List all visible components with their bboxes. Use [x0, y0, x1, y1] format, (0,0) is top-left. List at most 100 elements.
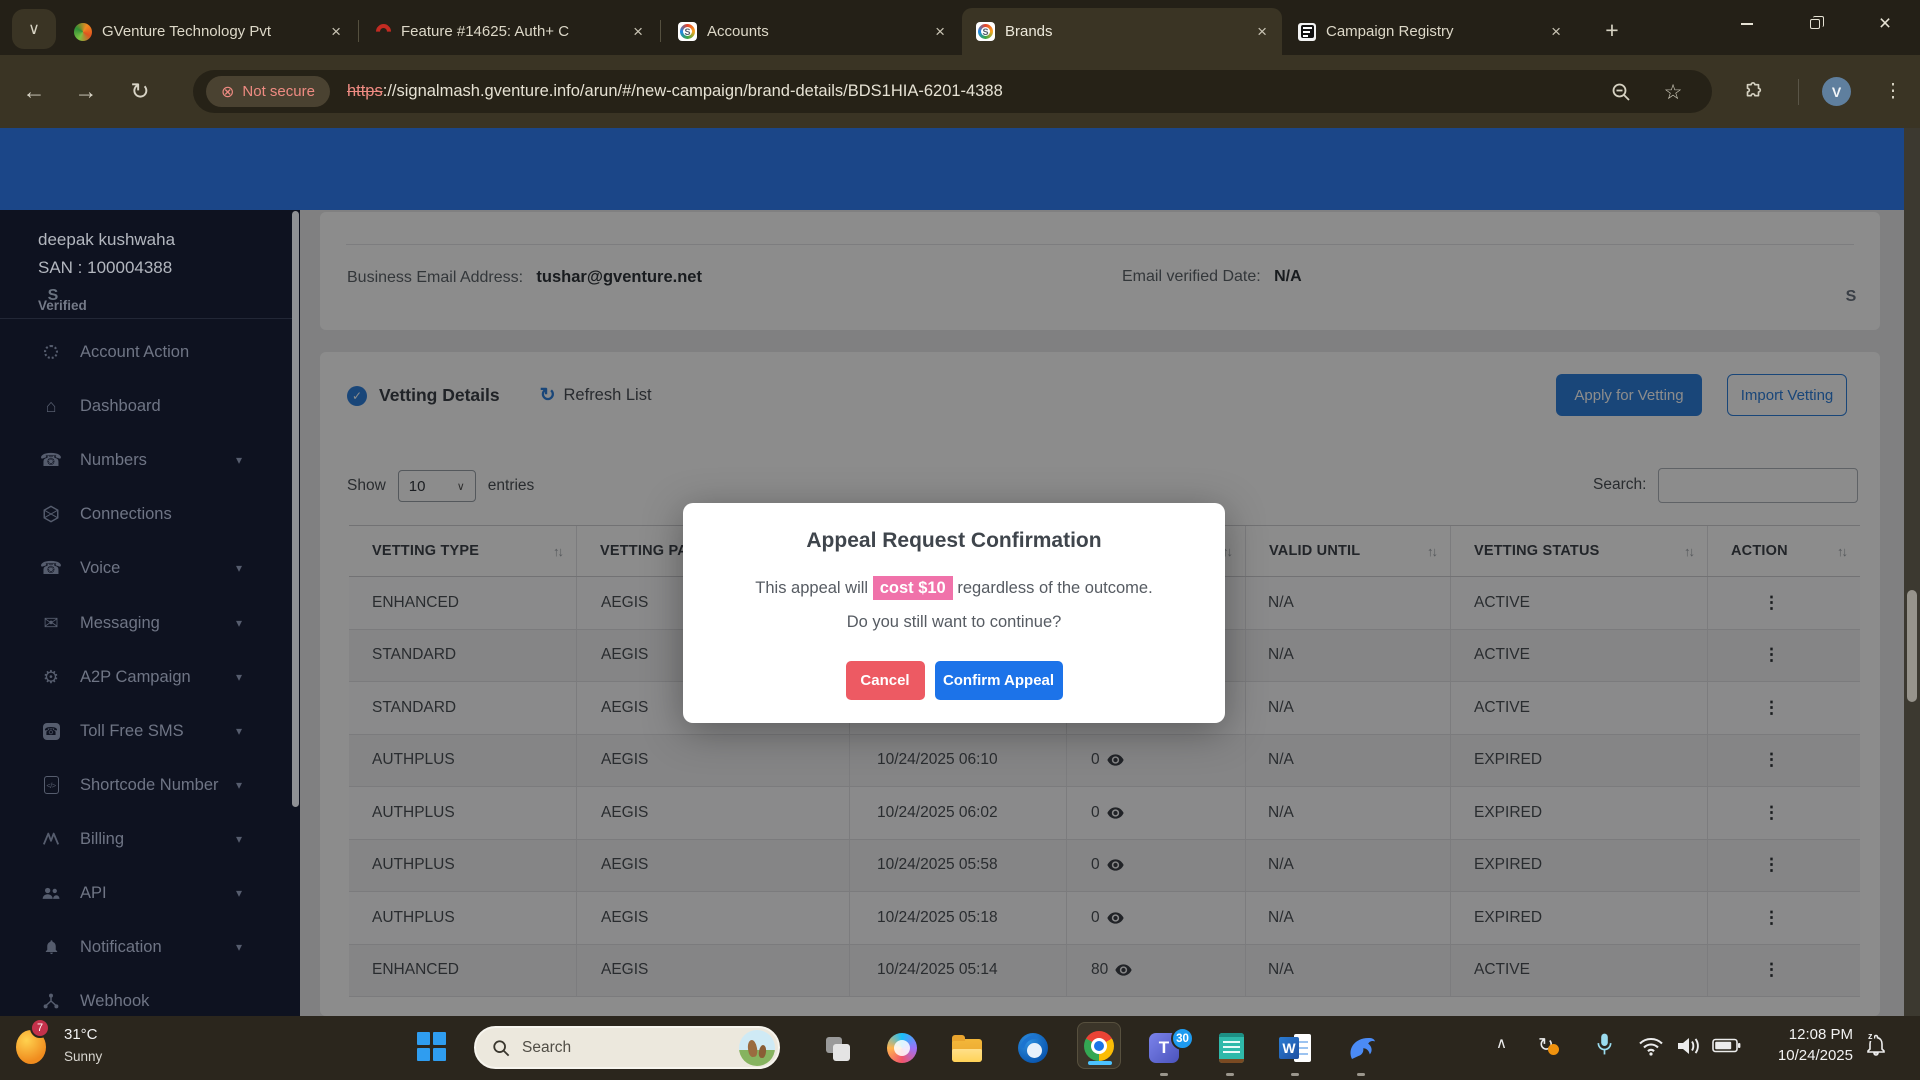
- sidebar-item-shortcode-number[interactable]: </> Shortcode Number ▾: [0, 758, 292, 812]
- file-explorer-button[interactable]: [947, 1028, 987, 1068]
- volume-tray-button[interactable]: [1676, 1035, 1702, 1057]
- sidebar-scrollbar[interactable]: [292, 211, 299, 807]
- chevron-down-icon: ▾: [236, 886, 242, 900]
- browser-menu-button[interactable]: ⋮: [1878, 76, 1908, 106]
- tab-title: GVenture Technology Pvt: [102, 23, 318, 40]
- tab-close-icon[interactable]: ×: [1254, 22, 1270, 42]
- tab-separator: [358, 20, 359, 42]
- active-app-indicator: [1088, 1061, 1112, 1065]
- battery-tray-button[interactable]: [1712, 1038, 1741, 1053]
- home-icon: ⌂: [40, 396, 62, 417]
- tray-expand-button[interactable]: ∧: [1496, 1034, 1507, 1052]
- page-scrollbar[interactable]: [1904, 128, 1920, 1016]
- sync-status-dot: [1548, 1044, 1559, 1055]
- teams-button[interactable]: T 30: [1144, 1028, 1184, 1068]
- sync-tray-button[interactable]: ↻: [1538, 1034, 1554, 1057]
- sidebar-item-account-action[interactable]: Account Action: [0, 325, 292, 379]
- browser-tab-feature[interactable]: Feature #14625: Auth+ C ×: [362, 8, 658, 55]
- puzzle-icon: [1742, 81, 1764, 103]
- chrome-button-active[interactable]: [1077, 1022, 1121, 1069]
- zoom-out-indicator[interactable]: [1608, 79, 1634, 105]
- phone-square-icon: ☎: [40, 723, 62, 740]
- weather-description[interactable]: Sunny: [64, 1049, 102, 1064]
- url-rest: ://signalmash.gventure.info/arun/#/new-c…: [383, 82, 1003, 100]
- forward-button[interactable]: →: [66, 71, 106, 111]
- sidebar-item-notification[interactable]: Notification ▾: [0, 920, 292, 974]
- profile-avatar[interactable]: V: [1822, 77, 1851, 106]
- thunderbird-button[interactable]: [1013, 1028, 1053, 1068]
- search-placeholder: Search: [522, 1039, 571, 1057]
- browser-tab-campaign-registry[interactable]: Campaign Registry ×: [1284, 8, 1576, 55]
- extensions-button[interactable]: [1740, 79, 1766, 105]
- webhook-icon: [40, 992, 62, 1010]
- sidebar-item-voice[interactable]: ☎ Voice ▾: [0, 541, 292, 595]
- taskbar-search[interactable]: Search: [474, 1026, 780, 1069]
- sidebar-item-numbers[interactable]: ☎ Numbers ▾: [0, 433, 292, 487]
- tab-close-icon[interactable]: ×: [932, 22, 948, 42]
- microphone-icon: [1596, 1032, 1613, 1058]
- envelope-icon: ✉: [40, 613, 62, 634]
- taskbar-clock[interactable]: 12:08 PM 10/24/2025: [1740, 1024, 1853, 1066]
- cost-highlight: cost $10: [873, 576, 953, 600]
- running-indicator: [1357, 1073, 1365, 1076]
- browser-tab-gventure[interactable]: GVenture Technology Pvt ×: [60, 8, 356, 55]
- browser-tab-brands-active[interactable]: S Brands ×: [962, 8, 1282, 55]
- close-icon: ×: [1879, 12, 1891, 36]
- sidebar-item-a2p-campaign[interactable]: ⚙ A2P Campaign ▾: [0, 650, 292, 704]
- tab-search-button[interactable]: ∨: [12, 9, 56, 49]
- kebab-icon: ⋮: [1884, 80, 1903, 103]
- chevron-up-icon: ∧: [1496, 1034, 1507, 1052]
- tab-close-icon[interactable]: ×: [630, 22, 646, 42]
- back-button[interactable]: ←: [14, 71, 54, 111]
- search-highlight-image[interactable]: [739, 1030, 775, 1066]
- sidebar-item-messaging[interactable]: ✉ Messaging ▾: [0, 596, 292, 650]
- list-icon: [1298, 23, 1316, 41]
- notepad-button[interactable]: [1211, 1028, 1251, 1068]
- dolphin-icon: [1345, 1032, 1377, 1064]
- wifi-icon: [1638, 1036, 1664, 1056]
- scrollbar-thumb[interactable]: [1907, 590, 1917, 702]
- sidebar-item-api[interactable]: API ▾: [0, 866, 292, 920]
- tray-date: 10/24/2025: [1740, 1045, 1853, 1066]
- tab-close-icon[interactable]: ×: [1548, 22, 1564, 42]
- cancel-button[interactable]: Cancel: [846, 661, 925, 700]
- sync-icon: ↻: [1538, 1034, 1554, 1057]
- phone-icon: ☎: [40, 450, 62, 471]
- minimize-button[interactable]: [1718, 0, 1776, 48]
- user-name: deepak kushwaha: [38, 226, 175, 254]
- sidebar-item-billing[interactable]: Billing ▾: [0, 812, 292, 866]
- restore-button[interactable]: [1786, 0, 1844, 48]
- copilot-button[interactable]: [882, 1028, 922, 1068]
- chevron-down-icon: ▾: [236, 616, 242, 630]
- microphone-tray-button[interactable]: [1596, 1032, 1613, 1058]
- browser-tab-accounts[interactable]: S Accounts ×: [664, 8, 960, 55]
- sidebar-item-toll-free-sms[interactable]: ☎ Toll Free SMS ▾: [0, 704, 292, 758]
- wifi-tray-button[interactable]: [1638, 1036, 1664, 1056]
- reload-button[interactable]: ↻: [120, 71, 160, 111]
- minimize-icon: [1741, 23, 1753, 25]
- new-tab-button[interactable]: +: [1596, 14, 1628, 46]
- weather-temperature[interactable]: 31°C: [64, 1026, 98, 1043]
- sidebar-item-dashboard[interactable]: ⌂ Dashboard: [0, 379, 292, 433]
- modal-title: Appeal Request Confirmation: [683, 529, 1225, 553]
- tab-close-icon[interactable]: ×: [328, 22, 344, 42]
- screen: ∨ GVenture Technology Pvt × Feature #146…: [0, 0, 1920, 1080]
- chevron-down-icon: ▾: [236, 940, 242, 954]
- notification-center-button[interactable]: z: [1864, 1032, 1894, 1064]
- sidebar-item-connections[interactable]: Connections: [0, 487, 292, 541]
- speaker-icon: [1676, 1035, 1702, 1057]
- bookmark-button[interactable]: ☆: [1660, 79, 1686, 105]
- close-window-button[interactable]: ×: [1856, 0, 1914, 48]
- confirm-appeal-button[interactable]: Confirm Appeal: [935, 661, 1063, 700]
- word-button[interactable]: W: [1275, 1028, 1315, 1068]
- task-view-button[interactable]: [816, 1028, 856, 1068]
- teams-badge: 30: [1171, 1027, 1194, 1050]
- appeal-confirmation-modal: Appeal Request Confirmation This appeal …: [683, 503, 1225, 723]
- windows-taskbar: 7 31°C Sunny Search T 30 W: [0, 1016, 1920, 1080]
- dolphin-app-button[interactable]: [1341, 1028, 1381, 1068]
- running-indicator: [1291, 1073, 1299, 1076]
- start-button[interactable]: [417, 1032, 447, 1062]
- address-bar[interactable]: ⊗ Not secure https://signalmash.gventure…: [193, 70, 1712, 113]
- not-secure-chip[interactable]: ⊗ Not secure: [206, 76, 330, 107]
- gventure-icon: [74, 23, 92, 41]
